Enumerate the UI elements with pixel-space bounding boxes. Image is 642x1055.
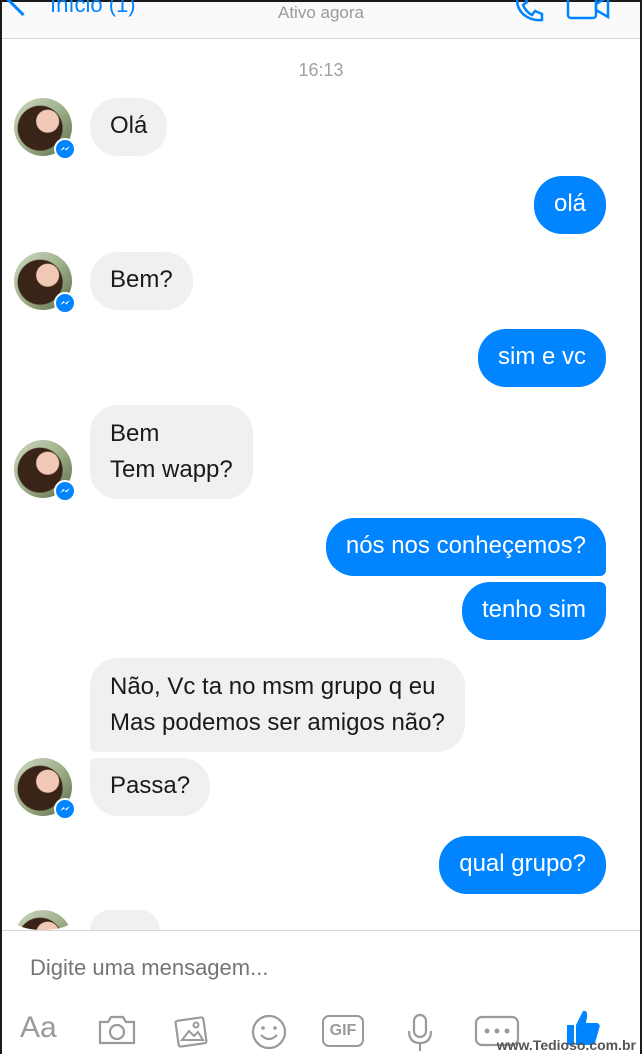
video-camera-icon[interactable]	[566, 0, 610, 22]
message-text: tenho sim	[481, 596, 586, 623]
contact-avatar[interactable]	[14, 98, 76, 160]
messenger-badge-icon	[54, 292, 76, 314]
message-text: Não, Vc ta no msm grupo q eu	[110, 673, 436, 700]
message-bubble-incoming[interactable]: Bem?	[90, 252, 193, 310]
messenger-badge-icon	[54, 480, 76, 502]
message-composer: Aa GIF www.Tedioso.com.br	[2, 930, 640, 1055]
messenger-badge-icon	[54, 138, 76, 160]
message-text: olá	[553, 190, 586, 217]
message-bubble-partial	[90, 910, 160, 930]
message-bubble-incoming[interactable]: Bem Tem wapp?	[90, 405, 253, 499]
message-input[interactable]	[30, 955, 590, 981]
site-watermark: www.Tedioso.com.br	[496, 1037, 636, 1053]
message-bubble-incoming[interactable]: Não, Vc ta no msm grupo q eu Mas podemos…	[90, 658, 465, 752]
phone-icon[interactable]	[512, 0, 546, 24]
message-bubble-outgoing[interactable]: olá	[533, 176, 606, 234]
message-text: Bem?	[110, 266, 173, 293]
message-text: Mas podemos ser amigos não?	[110, 709, 445, 736]
contact-avatar[interactable]	[14, 440, 76, 502]
message-text: Tem wapp?	[110, 456, 233, 483]
message-bubble-outgoing[interactable]: sim e vc	[477, 329, 606, 387]
message-text: sim e vc	[497, 343, 586, 370]
gif-label: GIF	[329, 1022, 357, 1039]
message-text: qual grupo?	[459, 850, 586, 877]
chat-header: Início (1) Ativo agora	[2, 0, 640, 39]
contact-avatar	[14, 910, 72, 930]
gallery-icon[interactable]	[174, 1013, 212, 1049]
message-bubble-incoming[interactable]: Passa?	[90, 758, 211, 816]
message-bubble-outgoing[interactable]: tenho sim	[461, 582, 606, 640]
message-bubble-outgoing[interactable]: nós nos conheçemos?	[325, 518, 606, 576]
gif-button[interactable]: GIF	[322, 1015, 364, 1047]
message-text: Olá	[110, 112, 148, 139]
messenger-badge-icon	[54, 798, 76, 820]
message-text: Passa?	[110, 772, 191, 799]
camera-icon[interactable]	[96, 1013, 138, 1047]
avatar-photo	[14, 910, 72, 930]
microphone-icon[interactable]	[406, 1013, 434, 1053]
contact-avatar[interactable]	[14, 758, 76, 820]
text-style-button[interactable]: Aa	[20, 1011, 57, 1045]
message-text: nós nos conheçemos?	[345, 532, 586, 559]
message-timestamp: 16:13	[298, 60, 344, 80]
emoji-icon[interactable]	[250, 1013, 288, 1051]
contact-avatar[interactable]	[14, 252, 76, 314]
message-bubble-incoming[interactable]: Olá	[90, 98, 168, 156]
message-text: Bem	[110, 420, 160, 447]
message-bubble-outgoing[interactable]: qual grupo?	[439, 836, 606, 894]
